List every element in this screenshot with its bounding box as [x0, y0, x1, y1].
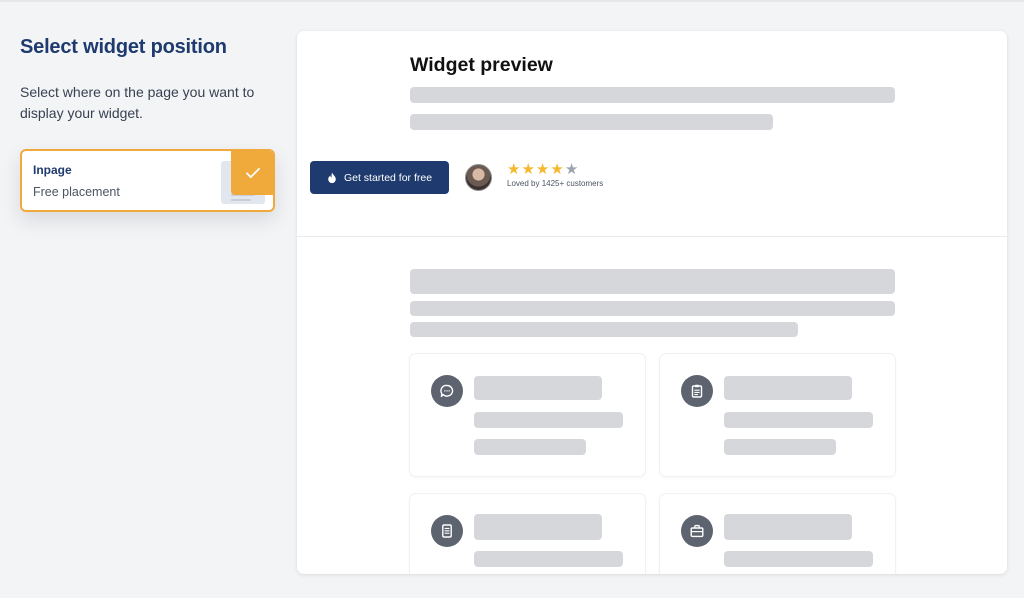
top-border: [0, 0, 1024, 2]
section-divider: [297, 236, 1007, 237]
placeholder-line: [724, 412, 873, 428]
star-icon: ★: [550, 161, 564, 178]
option-title: Inpage: [33, 163, 72, 177]
star-icon: ★: [507, 161, 521, 178]
feature-card: [660, 354, 895, 476]
feature-card: [410, 494, 645, 574]
placeholder-line: [724, 376, 852, 400]
get-started-button[interactable]: Get started for free: [310, 161, 449, 194]
placeholder-line: [410, 301, 895, 316]
check-icon: [231, 151, 273, 195]
placeholder-line: [474, 514, 602, 540]
feature-card: [410, 354, 645, 476]
placeholder-line: [410, 322, 798, 337]
customer-avatar: [465, 164, 492, 191]
get-started-label: Get started for free: [343, 171, 433, 184]
fire-icon: [328, 172, 336, 183]
placeholder-line: [474, 439, 586, 455]
placeholder-line: [724, 551, 873, 567]
document-icon: [431, 515, 463, 547]
briefcase-icon: [681, 515, 713, 547]
placeholder-line: [474, 412, 623, 428]
feature-card: [660, 494, 895, 574]
star-icon: ★: [535, 161, 550, 178]
star-rating: ★ ★ ★ ★ ★: [507, 162, 578, 178]
option-subtitle: Free placement: [33, 185, 120, 199]
preview-title: Widget preview: [410, 54, 553, 76]
placeholder-line: [474, 551, 623, 567]
placeholder-line: [474, 376, 602, 400]
placeholder-heading: [410, 269, 895, 294]
placeholder-line: [410, 87, 895, 103]
position-panel: Select widget position Select where on t…: [20, 34, 280, 212]
placeholder-line: [410, 114, 773, 130]
panel-title: Select widget position: [20, 36, 227, 58]
chat-bubble-icon: [431, 375, 463, 407]
star-icon: ★: [521, 161, 535, 178]
loved-by-text: Loved by 1425+ customers: [507, 179, 604, 188]
star-icon: ★: [564, 161, 579, 178]
clipboard-icon: [681, 375, 713, 407]
placeholder-line: [724, 514, 852, 540]
panel-description: Select where on the page you want to dis…: [20, 84, 255, 121]
widget-preview-card: Widget preview Get started for free ★ ★ …: [297, 31, 1007, 574]
position-option-inpage[interactable]: Inpage Free placement: [20, 149, 275, 212]
placeholder-line: [724, 439, 836, 455]
